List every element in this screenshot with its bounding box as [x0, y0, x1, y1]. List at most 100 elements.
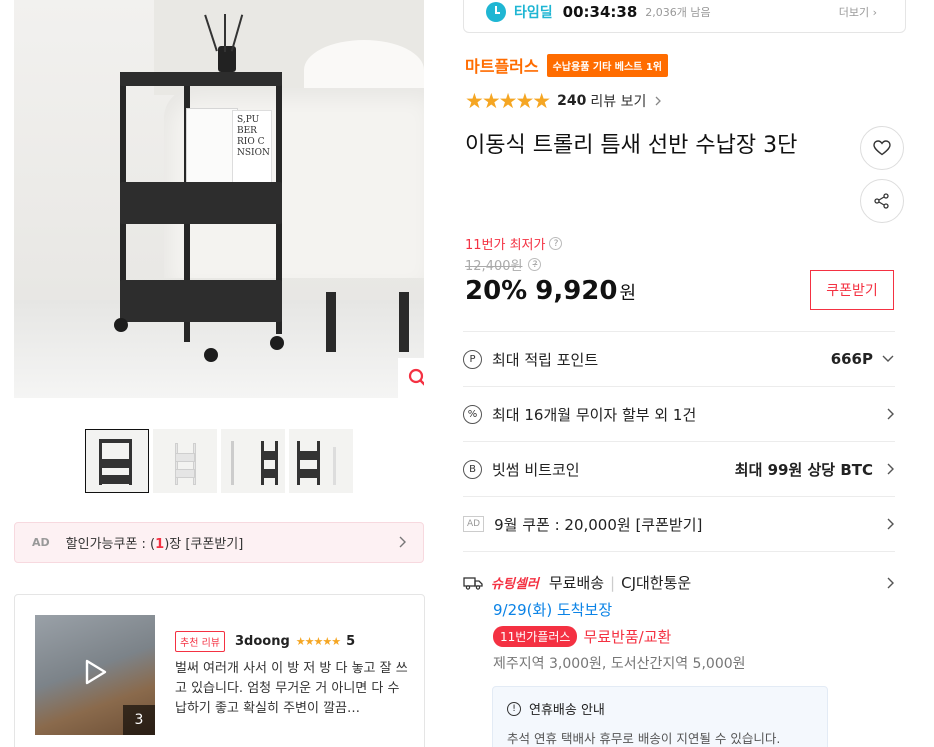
arrival-date: 9/29(화) 도착보장 [493, 601, 613, 619]
recommended-badge: 추천 리뷰 [175, 631, 225, 652]
thumbnail-strip [85, 429, 353, 493]
best-badge[interactable]: 수납용품 기타 베스트 1위 [546, 53, 669, 77]
thumb-shape [193, 443, 196, 485]
book-spine: S,PU BER RIO C NSION [232, 110, 272, 188]
product-main-image[interactable]: S,PU BER RIO C NSION [14, 0, 424, 398]
thumb-shape [297, 441, 300, 485]
thumb-shape [297, 469, 319, 478]
sofa-leg [399, 292, 409, 352]
share-button[interactable] [860, 179, 904, 223]
help-icon[interactable]: ? [549, 237, 563, 250]
review-text: 벌써 여러개 사서 이 방 저 방 다 놓고 잘 쓰고 있습니다. 엄청 무거운… [175, 661, 408, 716]
review-video-thumbnail[interactable]: 3 [35, 615, 155, 735]
shipping-type: 무료배송 [548, 574, 605, 592]
chevron-right-icon [887, 577, 894, 589]
lowest-price-text: 11번가 최저가 [465, 238, 546, 253]
reed [224, 14, 226, 52]
coupon-button[interactable]: 쿠폰받기 [810, 270, 894, 310]
media-count: 3 [123, 705, 155, 735]
trolley-wheel [270, 336, 284, 350]
trolley-wheel [114, 318, 128, 332]
percent-icon: % [463, 404, 482, 424]
review-card[interactable]: 3 추천 리뷰 3doong ★★★★★ 5 벌써 여러개 사서 이 방 저 방… [14, 594, 425, 747]
book-text: BER [237, 126, 257, 136]
thumbnail-3[interactable] [221, 429, 285, 493]
thumb-shape [261, 451, 277, 460]
book-text: NSION [237, 148, 270, 158]
final-price: 9,920 [535, 276, 618, 306]
thumbnail-1[interactable] [85, 429, 149, 493]
thumbnail-4[interactable] [289, 429, 353, 493]
ad-coupon-count: 1 [155, 537, 165, 552]
product-title: 이동식 트롤리 틈새 선반 수납장 3단 [465, 133, 798, 158]
store-row: 마트플러스 수납용품 기타 베스트 1위 [465, 53, 669, 77]
discount-rate: 20% [465, 276, 528, 306]
original-price-text: 12,400원 [465, 259, 523, 274]
rating-row[interactable]: ★★★★★ 240 리뷰 보기 [465, 89, 662, 113]
carrier: CJ대한통운 [621, 574, 692, 592]
rating-stars: ★★★★★ [465, 89, 551, 113]
thumbnail-2[interactable] [153, 429, 217, 493]
plus-benefit: 11번가플러스 무료반품/교환 [463, 626, 895, 647]
ad-coupon-text: 할인가능쿠폰 : (1)장 [쿠폰받기] [66, 533, 244, 552]
thumb-shape [99, 439, 132, 443]
notice-title-row: ! 연휴배송 안내 [507, 699, 813, 718]
review-link[interactable]: 리뷰 보기 [590, 91, 646, 111]
diffuser [218, 46, 236, 72]
review-score: 5 [346, 634, 356, 649]
wishlist-button[interactable] [860, 126, 904, 170]
timedeal-bar: 타임딜 00:34:38 2,036개 남음 더보기 › [463, 0, 906, 33]
share-icon [874, 193, 889, 209]
trolley-bottom-shelf [120, 280, 282, 322]
currency-unit: 원 [619, 283, 637, 304]
point-icon: P [463, 349, 482, 369]
delivery-summary: 슈팅셀러 무료배송 | CJ대한통운 [463, 572, 895, 593]
thumb-shape [99, 459, 132, 468]
ad-coupon-bar[interactable]: AD 할인가능쿠폰 : (1)장 [쿠폰받기] [14, 522, 424, 563]
thumb-shape [297, 451, 319, 460]
timedeal-more-link[interactable]: 더보기 › [839, 4, 877, 20]
review-count: 240 [557, 93, 587, 109]
benefit-points[interactable]: P 최대 적립 포인트 666P [463, 331, 895, 386]
thumb-shape [99, 475, 132, 484]
bitcoin-icon: B [463, 459, 482, 479]
info-icon: ! [507, 701, 521, 716]
extra-fee: 제주지역 3,000원, 도서산간지역 5,000원 [493, 656, 746, 672]
play-icon [85, 659, 107, 685]
book [186, 108, 238, 190]
holiday-notice: ! 연휴배송 안내 추석 연휴 택배사 휴무로 배송이 지연될 수 있습니다. [492, 686, 828, 747]
thumb-shape [317, 441, 320, 485]
help-icon[interactable]: ? [528, 258, 542, 271]
thumb-shape [175, 453, 195, 462]
chevron-right-icon [655, 96, 662, 106]
benefit-installment[interactable]: % 최대 16개월 무이자 할부 외 1건 [463, 386, 895, 441]
plus-text: 무료반품/교환 [583, 628, 672, 646]
benefit-ad-coupon[interactable]: AD 9월 쿠폰 : 20,000원 [쿠폰받기] [463, 496, 895, 551]
chevron-down-icon [882, 355, 894, 362]
plus-badge: 11번가플러스 [493, 626, 578, 647]
benefit-label: 9월 쿠폰 : 20,000원 [쿠폰받기] [494, 515, 703, 534]
thumb-shape [261, 441, 264, 485]
benefit-label: 최대 16개월 무이자 할부 외 1건 [492, 405, 697, 424]
lowest-price-label: 11번가 최저가 ? [465, 234, 563, 253]
timedeal-label: 타임딜 [514, 4, 553, 21]
benefit-bitcoin[interactable]: B 빗썸 비트코인 최대 99원 상당 BTC [463, 441, 895, 496]
timedeal-timer: 00:34:38 [562, 2, 638, 21]
review-header: 추천 리뷰 3doong ★★★★★ 5 [175, 631, 355, 652]
zoom-button[interactable] [398, 358, 424, 398]
shooting-seller-logo: 슈팅셀러 [491, 577, 539, 592]
book-text: S,PU [237, 115, 260, 125]
sofa-leg [326, 292, 336, 352]
review-stars: ★★★★★ [295, 635, 341, 648]
benefit-value: 666P [830, 350, 873, 368]
delivery-section[interactable]: 슈팅셀러 무료배송 | CJ대한통운 9/29(화) 도착보장 11번가플러스 … [463, 551, 895, 673]
trolley-wheel [204, 348, 218, 362]
book-text: RIO C [237, 137, 265, 147]
thumb-shape [333, 447, 336, 485]
store-name[interactable]: 마트플러스 [465, 53, 539, 77]
magnifier-icon [408, 368, 424, 386]
truck-icon [463, 576, 483, 590]
original-price: 12,400원 ? [465, 255, 542, 274]
thumb-shape [175, 443, 178, 485]
benefit-label: 빗썸 비트코인 [492, 460, 580, 479]
